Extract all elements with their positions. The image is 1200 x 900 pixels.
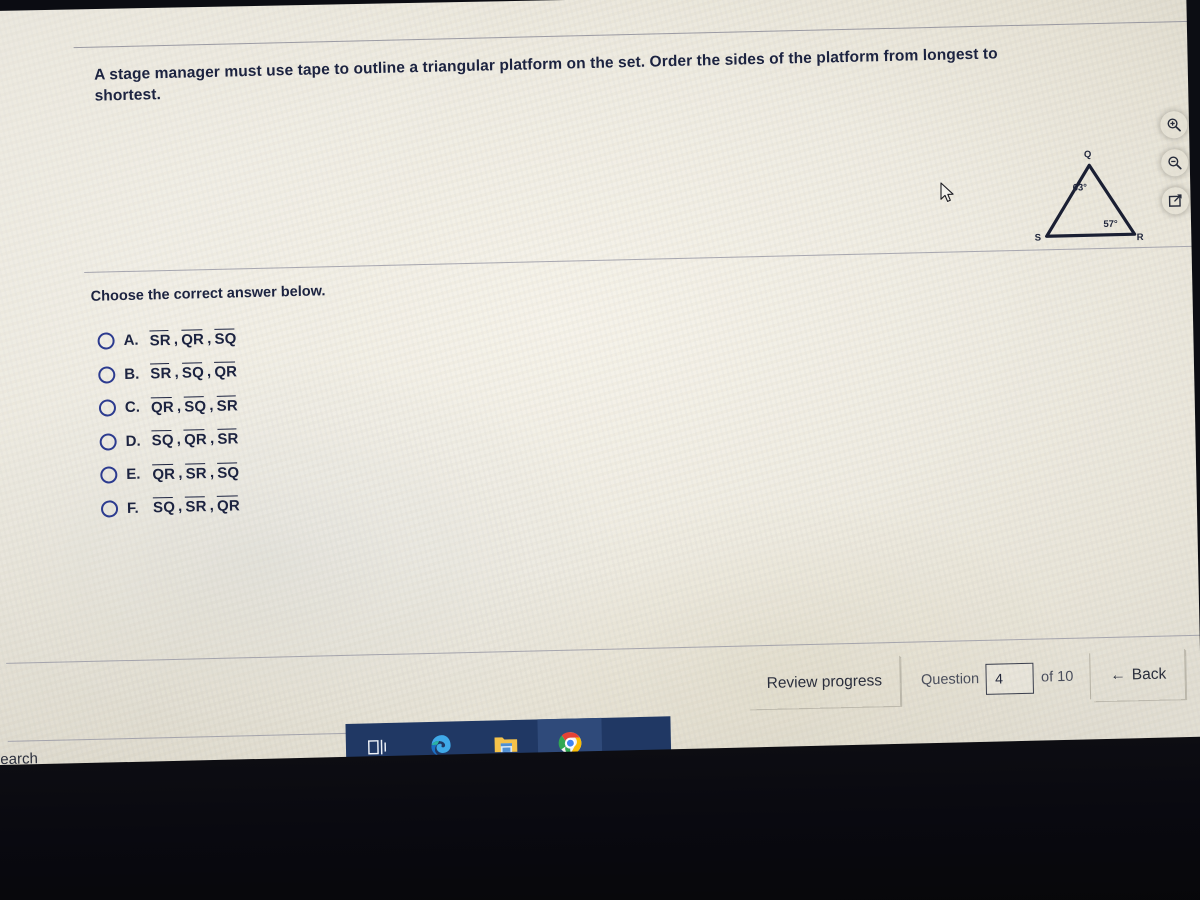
answer-option-c[interactable]: C. QR, SQ, SR xyxy=(98,388,239,425)
radio-button-a[interactable] xyxy=(97,332,115,350)
comma: , xyxy=(176,397,182,415)
back-button[interactable]: ← Back xyxy=(1091,649,1186,702)
task-view-glyph xyxy=(367,739,387,755)
back-button-label: Back xyxy=(1131,665,1167,684)
triangle-shape xyxy=(1045,163,1137,238)
segment-d-3: SR xyxy=(217,430,239,449)
question-label: Question xyxy=(920,671,980,689)
segment-b-1: SR xyxy=(150,365,172,383)
segment-b-2: SQ xyxy=(181,364,205,382)
segment-e-3: SQ xyxy=(217,464,240,482)
zoom-out-glyph xyxy=(1168,156,1182,170)
comma: , xyxy=(178,464,183,482)
angle-label-q: 63° xyxy=(1072,182,1088,194)
comma: , xyxy=(176,430,182,449)
segment-e-2: SR xyxy=(185,464,208,483)
option-value-f: SQ, SR, QR xyxy=(152,497,241,517)
option-value-e: QR, SR, SQ xyxy=(152,463,239,483)
option-letter-e: E. xyxy=(126,465,141,484)
segment-d-2: QR xyxy=(183,431,208,449)
comma: , xyxy=(209,430,215,448)
question-number-input[interactable]: 4 xyxy=(985,662,1035,695)
vertex-label-r: R xyxy=(1136,232,1144,244)
screen-content: A stage manager must use tape to outline… xyxy=(0,0,1200,800)
option-letter-a: A. xyxy=(123,331,139,350)
back-arrow-icon: ← xyxy=(1110,666,1126,684)
mouse-cursor xyxy=(940,182,955,209)
radio-button-f[interactable] xyxy=(100,499,119,518)
comma: , xyxy=(209,497,215,515)
answer-option-list: A. SR, QR, SQ B. SR, SQ, QR C. QR , SQ ,… xyxy=(97,321,240,525)
comma: , xyxy=(173,330,179,348)
option-letter-c: C. xyxy=(124,398,141,417)
toolbar-separator xyxy=(1088,653,1091,700)
zoom-in-glyph xyxy=(1167,118,1181,132)
radio-button-b[interactable] xyxy=(98,366,116,384)
next-button[interactable]: Next → xyxy=(1185,647,1200,699)
answer-option-f[interactable]: F. SQ, SR, QR xyxy=(100,489,241,526)
of-total-label: of 10 xyxy=(1040,668,1074,686)
option-value-d: SQ, QR, SR xyxy=(151,430,239,450)
segment-f-3: QR xyxy=(216,497,241,516)
segment-f-1: SQ xyxy=(152,499,176,517)
comma: , xyxy=(209,396,214,414)
angle-label-r: 57° xyxy=(1103,218,1118,230)
segment-a-1: SR xyxy=(149,331,172,350)
monitor-bezel-bottom xyxy=(0,735,1200,900)
triangle-figure: Q S R 63° 57° xyxy=(1031,141,1173,254)
zoom-in-icon[interactable] xyxy=(1160,110,1188,139)
figure-tool-column xyxy=(1160,110,1190,215)
comma: , xyxy=(177,497,183,516)
comma: , xyxy=(174,364,180,382)
option-letter-f: F. xyxy=(126,499,139,517)
question-text: A stage manager must use tape to outline… xyxy=(94,45,998,105)
radio-button-e[interactable] xyxy=(100,466,118,484)
segment-a-3: SQ xyxy=(214,330,237,348)
segment-b-3: QR xyxy=(214,363,238,382)
external-link-glyph xyxy=(1168,194,1182,207)
comma: , xyxy=(206,363,212,381)
divider-taskbar-top xyxy=(7,732,368,742)
zoom-out-icon[interactable] xyxy=(1160,148,1189,177)
triangle-svg xyxy=(1045,163,1137,238)
option-value-a: SR, QR, SQ xyxy=(149,329,236,349)
segment-c-1: QR xyxy=(150,398,175,417)
answer-option-d[interactable]: D. SQ, QR, SR xyxy=(99,422,239,459)
vertex-label-s: S xyxy=(1034,232,1042,244)
cursor-arrow-icon xyxy=(940,182,954,202)
segment-a-2: QR xyxy=(181,330,205,349)
review-progress-button[interactable]: Review progress xyxy=(748,655,902,710)
vertex-label-q: Q xyxy=(1083,149,1092,161)
comma: , xyxy=(206,329,212,347)
answer-option-b[interactable]: B. SR, SQ, QR xyxy=(98,355,238,392)
segment-c-3: SR xyxy=(216,397,239,415)
segment-c-2: SQ xyxy=(184,397,207,416)
monitor-photo: A stage manager must use tape to outline… xyxy=(0,0,1200,900)
option-letter-b: B. xyxy=(124,365,140,383)
comma: , xyxy=(209,463,215,481)
option-value-c: QR, SQ, SR xyxy=(151,396,238,416)
segment-f-2: SR xyxy=(185,498,207,516)
answer-option-a[interactable]: A. SR, QR, SQ xyxy=(97,321,237,358)
segment-e-1: QR xyxy=(152,465,176,484)
question-number-group: Question 4 of 10 xyxy=(901,651,1088,705)
segment-d-1: SQ xyxy=(151,432,174,450)
radio-button-c[interactable] xyxy=(98,399,117,417)
option-letter-d: D. xyxy=(125,432,141,450)
option-value-b: SR, SQ, QR xyxy=(150,363,238,383)
divider-top xyxy=(73,20,1200,49)
open-in-new-window-icon[interactable] xyxy=(1161,186,1190,215)
choose-answer-prompt: Choose the correct answer below. xyxy=(90,283,326,305)
answer-option-e[interactable]: E. QR, SR, SQ xyxy=(100,455,240,492)
radio-button-d[interactable] xyxy=(99,433,117,451)
